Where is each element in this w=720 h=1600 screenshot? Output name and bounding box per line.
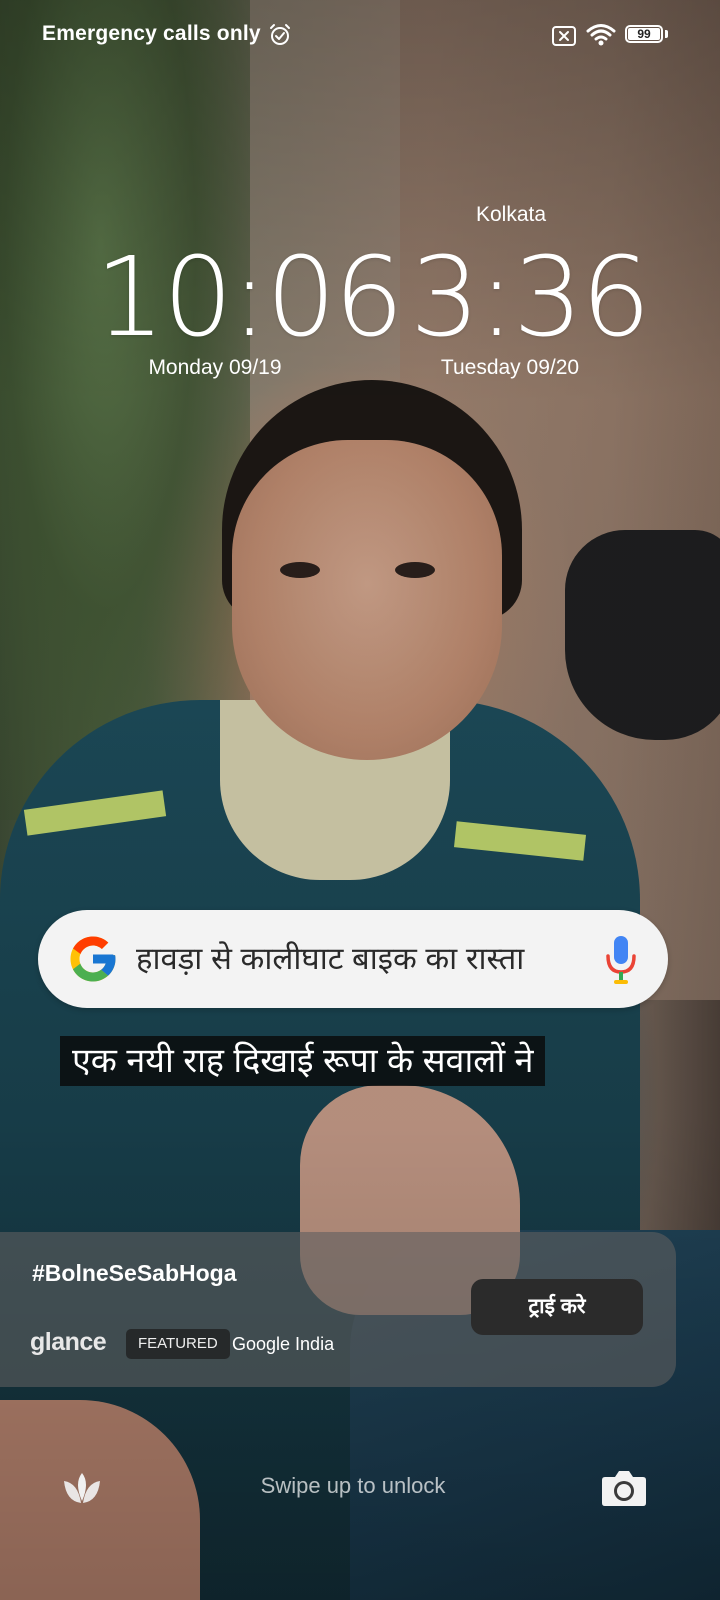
ad-search-bar: हावड़ा से कालीघाट बाइक का रास्ता	[38, 910, 668, 1008]
alarm-icon	[270, 24, 290, 45]
sim-off-icon	[552, 26, 576, 46]
ad-search-query: हावड़ा से कालीघाट बाइक का रास्ता	[136, 941, 525, 976]
battery-level: 99	[637, 27, 651, 41]
battery-tip	[665, 30, 668, 38]
glance-card[interactable]: #BolneSeSabHoga glance FEATURED Google I…	[0, 1232, 676, 1387]
world-clock-date: Tuesday 09/20	[440, 356, 580, 379]
battery-icon: 99	[625, 25, 663, 43]
world-clock-city: Kolkata	[475, 203, 547, 226]
status-bar: Emergency calls only 99	[0, 0, 720, 70]
microphone-icon	[606, 936, 636, 984]
try-button[interactable]: ट्राई करे	[471, 1279, 643, 1335]
swipe-up-hint: Swipe up to unlock	[260, 1473, 446, 1498]
featured-badge: FEATURED	[126, 1329, 230, 1359]
google-logo-icon	[70, 936, 116, 982]
ad-caption: एक नयी राह दिखाई रूपा के सवालों ने	[60, 1036, 546, 1086]
glance-lotus-icon[interactable]	[60, 1467, 104, 1511]
world-clock-time[interactable]: 3:36	[410, 232, 651, 362]
local-clock-time[interactable]: 10:06	[95, 232, 404, 362]
camera-icon[interactable]	[601, 1467, 647, 1507]
glance-logo: glance	[30, 1328, 107, 1356]
glance-hashtag[interactable]: #BolneSeSabHoga	[32, 1260, 237, 1287]
advertiser-name: Google India	[232, 1334, 335, 1354]
wifi-icon	[586, 24, 616, 46]
lock-screen[interactable]: Emergency calls only 99 Kolkata 10:06 3:…	[0, 0, 720, 1600]
carrier-status: Emergency calls only	[42, 22, 261, 45]
local-clock-date: Monday 09/19	[148, 356, 282, 379]
